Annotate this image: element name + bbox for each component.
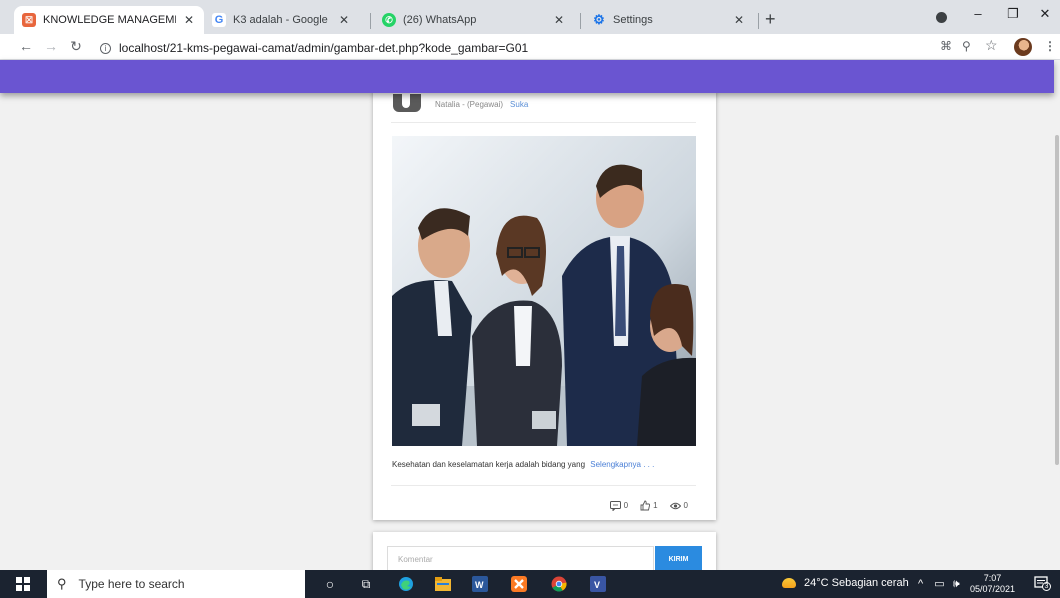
post-author-row: Natalia - (Pegawai) Suka bbox=[393, 90, 528, 112]
post-card: Natalia - (Pegawai) Suka Kesehatan dan k… bbox=[373, 90, 716, 520]
view-count: 0 bbox=[669, 501, 688, 510]
translate-icon[interactable]: ⌘ bbox=[940, 39, 952, 53]
like-link[interactable]: Suka bbox=[510, 100, 528, 109]
read-more-link[interactable]: Selengkapnya . . . bbox=[590, 460, 654, 469]
weather-text: 24°C Sebagian cerah bbox=[804, 577, 909, 589]
url-field[interactable]: i localhost/21-kms-pegawai-camat/admin/g… bbox=[100, 41, 528, 55]
new-tab-button[interactable]: + bbox=[765, 9, 776, 30]
reload-icon[interactable]: ↻ bbox=[67, 38, 85, 55]
chrome-icon[interactable] bbox=[551, 576, 567, 592]
browser-menu-icon[interactable]: ⋮ bbox=[1044, 39, 1056, 53]
forward-arrow-icon[interactable]: → bbox=[42, 38, 60, 54]
taskbar-clock[interactable]: 7:07 05/07/2021 bbox=[970, 573, 1015, 595]
tab-settings[interactable]: ⚙ Settings ✕ bbox=[584, 6, 754, 34]
google-favicon-icon: G bbox=[212, 13, 226, 27]
xampp-icon[interactable] bbox=[511, 576, 527, 592]
windows-taskbar: ⚲ Type here to search ○ ⧉ W V 24°C Sebag… bbox=[0, 570, 1060, 598]
post-caption: Kesehatan dan keselamatan kerja adalah b… bbox=[392, 460, 654, 469]
address-bar: ← → ↻ i localhost/21-kms-pegawai-camat/a… bbox=[0, 34, 1060, 60]
zoom-icon[interactable]: ⚲ bbox=[962, 39, 971, 53]
tab-separator bbox=[580, 13, 581, 29]
bookmark-star-icon[interactable]: ☆ bbox=[985, 37, 998, 54]
partly-cloudy-icon bbox=[782, 578, 796, 588]
windows-start-icon[interactable] bbox=[16, 577, 30, 591]
restore-button[interactable]: ❐ bbox=[998, 6, 1028, 22]
close-tab-icon[interactable]: ✕ bbox=[337, 13, 351, 27]
cortana-icon[interactable]: ○ bbox=[322, 576, 338, 592]
tab-title: KNOWLEDGE MANAGEMENT SY bbox=[43, 14, 176, 26]
search-icon: ⚲ bbox=[57, 576, 67, 591]
notification-icon[interactable]: 3 bbox=[1034, 576, 1051, 591]
minimize-button[interactable]: – bbox=[963, 6, 993, 21]
task-view-icon[interactable]: ⧉ bbox=[358, 576, 374, 592]
info-icon[interactable]: i bbox=[100, 42, 111, 54]
tab-title: Settings bbox=[613, 14, 653, 26]
svg-text:V: V bbox=[594, 580, 600, 590]
comment-count-value: 0 bbox=[623, 501, 629, 510]
close-window-button[interactable]: ✕ bbox=[1030, 6, 1060, 22]
comment-input[interactable]: Komentar bbox=[387, 546, 654, 572]
divider bbox=[391, 122, 696, 123]
clock-date: 05/07/2021 bbox=[970, 584, 1016, 594]
edge-icon[interactable] bbox=[398, 576, 414, 592]
back-arrow-icon[interactable]: ← bbox=[17, 38, 35, 54]
author-name: Natalia - (Pegawai) bbox=[435, 100, 504, 109]
system-tray[interactable]: ^ ▭ 🕪 bbox=[918, 577, 960, 591]
thumbs-up-icon bbox=[640, 500, 651, 511]
tab-google-search[interactable]: G K3 adalah - Google Search ✕ bbox=[204, 6, 359, 34]
whatsapp-favicon-icon: ✆ bbox=[382, 13, 396, 27]
app-header-bar bbox=[0, 60, 1054, 93]
post-image[interactable] bbox=[392, 136, 696, 446]
send-comment-button[interactable]: KIRIM bbox=[655, 546, 702, 572]
word-icon[interactable]: W bbox=[472, 576, 488, 592]
account-avatar-icon[interactable] bbox=[1014, 38, 1032, 56]
scrollbar-thumb[interactable] bbox=[1055, 135, 1059, 465]
clock-time: 7:07 bbox=[983, 573, 1002, 583]
xampp-favicon-icon: ☒ bbox=[22, 13, 36, 27]
like-count-value: 1 bbox=[653, 501, 658, 510]
browser-tab-bar: ☒ KNOWLEDGE MANAGEMENT SY ✕ G K3 adalah … bbox=[0, 0, 1060, 34]
close-tab-icon[interactable]: ✕ bbox=[552, 13, 566, 27]
author-avatar bbox=[393, 94, 421, 112]
close-tab-icon[interactable]: ✕ bbox=[182, 13, 196, 27]
tab-separator bbox=[370, 13, 371, 29]
eye-icon bbox=[669, 502, 681, 509]
gear-icon: ⚙ bbox=[593, 12, 605, 27]
caption-text: Kesehatan dan keselamatan kerja adalah b… bbox=[392, 460, 586, 469]
divider bbox=[391, 485, 696, 486]
taskbar-search-box[interactable]: ⚲ Type here to search bbox=[47, 570, 305, 598]
file-explorer-icon[interactable] bbox=[435, 576, 451, 592]
network-icon[interactable]: ▭ bbox=[934, 578, 944, 590]
tab-title: (26) WhatsApp bbox=[403, 14, 477, 26]
tab-whatsapp[interactable]: ✆ (26) WhatsApp ✕ bbox=[374, 6, 574, 34]
close-tab-icon[interactable]: ✕ bbox=[732, 13, 746, 27]
tab-title: K3 adalah - Google Search bbox=[233, 14, 331, 26]
like-count[interactable]: 1 bbox=[640, 500, 658, 511]
view-count-value: 0 bbox=[683, 501, 688, 510]
comment-count[interactable]: 0 bbox=[609, 500, 629, 511]
url-text: localhost/21-kms-pegawai-camat/admin/gam… bbox=[119, 41, 529, 55]
volume-icon[interactable]: 🕪 bbox=[953, 578, 960, 590]
post-stats: 0 1 0 bbox=[598, 500, 688, 511]
weather-widget[interactable]: 24°C Sebagian cerah bbox=[782, 577, 909, 589]
profile-icon[interactable] bbox=[936, 12, 947, 23]
svg-text:W: W bbox=[475, 580, 484, 590]
tab-separator bbox=[758, 13, 759, 29]
tab-knowledge-management[interactable]: ☒ KNOWLEDGE MANAGEMENT SY ✕ bbox=[14, 6, 204, 34]
business-meeting-photo bbox=[392, 136, 696, 446]
comment-icon bbox=[609, 500, 621, 511]
chevron-up-icon[interactable]: ^ bbox=[918, 578, 923, 590]
taskbar-search-placeholder: Type here to search bbox=[78, 577, 185, 591]
visio-icon[interactable]: V bbox=[590, 576, 606, 592]
notification-count-badge: 3 bbox=[1042, 582, 1051, 591]
